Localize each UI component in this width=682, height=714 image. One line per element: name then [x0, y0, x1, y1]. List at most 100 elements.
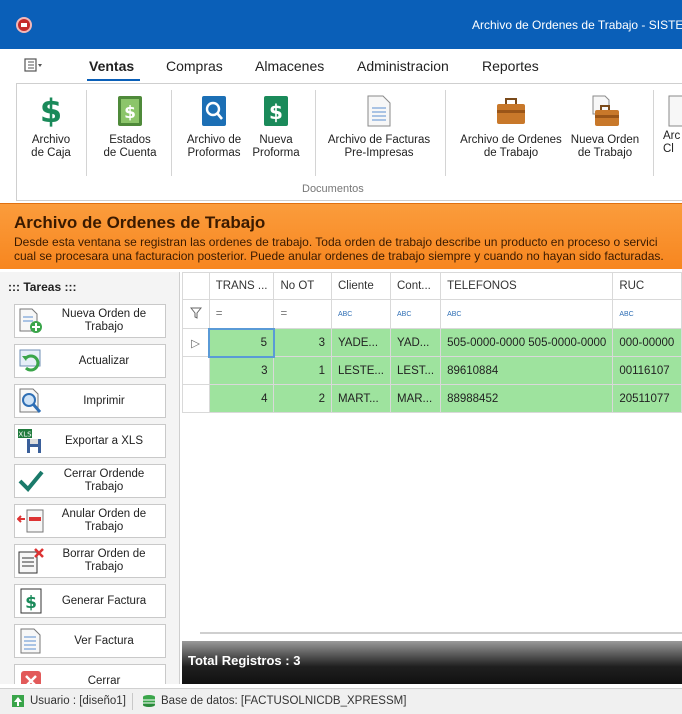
ribbon-separator — [653, 90, 654, 176]
dollar-icon: $ — [39, 91, 63, 130]
svg-text:$: $ — [124, 103, 136, 123]
ribbon-archivo-de-proformas-button[interactable]: Archivo de Proformas — [181, 92, 247, 160]
filter-cell-no-ot[interactable]: = — [273, 299, 332, 329]
ribbon-button-label: Archivo de Caja — [31, 134, 71, 159]
current-row-indicator: ▷ — [182, 328, 210, 357]
svg-text:$: $ — [25, 593, 37, 613]
column-header-no-ot[interactable]: No OT — [273, 272, 332, 300]
tab-compras[interactable]: Compras — [166, 58, 223, 74]
money-book-icon: $ — [113, 92, 147, 130]
app-icon[interactable] — [16, 17, 32, 33]
table-cell[interactable]: LESTE... — [330, 356, 392, 385]
task-label: Imprimir — [83, 394, 125, 407]
filter-cell-telefonos[interactable]: ABC — [440, 299, 614, 329]
nueva-orden-button[interactable]: Nueva Orden de Trabajo — [14, 304, 166, 338]
new-document-icon — [15, 305, 47, 337]
ribbon-nueva-orden-button[interactable]: Nueva Orden de Trabajo — [569, 92, 641, 160]
table-cell[interactable]: 2 — [273, 384, 332, 413]
view-document-icon — [15, 625, 47, 657]
ribbon-archivo-de-ordenes-button[interactable]: Archivo de Ordenes de Trabajo — [457, 92, 565, 160]
table-cell[interactable]: 1 — [273, 356, 332, 385]
table-cell[interactable]: MAR... — [389, 384, 442, 413]
info-banner: Archivo de Ordenes de Trabajo Desde esta… — [0, 203, 682, 269]
anular-orden-button[interactable]: Anular Orden de Trabajo — [14, 504, 166, 538]
active-tab-indicator — [87, 79, 140, 81]
database-icon — [143, 695, 155, 707]
user-icon — [12, 695, 24, 707]
row-indicator — [182, 356, 210, 385]
table-row[interactable]: ▷ 5 3 YADE... YAD... 505-0000-0000 505-0… — [182, 327, 682, 358]
ribbon-nueva-proforma-button[interactable]: $ Nueva Proforma — [245, 92, 307, 160]
table-row[interactable]: 4 2 MART... MAR... 88988452 20511077 — [182, 384, 682, 413]
table-cell[interactable]: 000-00000 — [612, 328, 682, 357]
table-row[interactable]: 3 1 LESTE... LEST... 89610884 00116107 — [182, 356, 682, 385]
quick-access-menu-icon[interactable] — [24, 58, 44, 72]
horizontal-scrollbar[interactable] — [200, 632, 682, 634]
table-cell[interactable]: 3 — [273, 328, 332, 357]
cerrar-button[interactable]: Cerrar — [14, 664, 166, 684]
status-database: Base de datos: [FACTUSOLNICDB_XPRESSM] — [161, 695, 407, 707]
dollar-document-icon: $ — [259, 92, 293, 130]
table-cell[interactable]: LEST... — [389, 356, 442, 385]
ribbon-button-label: Nueva Proforma — [252, 134, 300, 159]
filter-cell-ruc[interactable]: ABC — [612, 299, 682, 329]
tab-reportes[interactable]: Reportes — [482, 58, 539, 74]
borrar-orden-button[interactable]: Borrar Orden de Trabajo — [14, 544, 166, 578]
ribbon-archivo-de-facturas-button[interactable]: Archivo de Facturas Pre-Impresas — [325, 92, 433, 160]
filter-cell-trans[interactable]: = — [208, 299, 275, 329]
refresh-icon — [15, 345, 47, 377]
briefcase-icon — [494, 92, 528, 130]
close-icon — [15, 665, 47, 684]
column-header-cliente[interactable]: Cliente — [330, 272, 392, 300]
total-records: Total Registros : 3 — [188, 653, 301, 668]
task-label: Anular Orden de Trabajo — [61, 508, 147, 533]
table-cell[interactable]: YADE... — [330, 328, 392, 357]
ribbon-button-label: Estados de Cuenta — [103, 134, 157, 159]
cerrar-orden-button[interactable]: Cerrar Ordende Trabajo — [14, 464, 166, 498]
task-label: Borrar Orden de Trabajo — [62, 548, 146, 573]
column-header-contacto[interactable]: Cont... — [389, 272, 442, 300]
table-cell[interactable]: 00116107 — [612, 356, 682, 385]
imprimir-button[interactable]: Imprimir — [14, 384, 166, 418]
column-header-trans[interactable]: TRANS ... — [208, 272, 275, 300]
ribbon-button-label: Archivo de Ordenes de Trabajo — [460, 134, 562, 159]
table-cell[interactable]: MART... — [330, 384, 392, 413]
document-icon — [663, 92, 682, 130]
table-cell[interactable]: 505-0000-0000 505-0000-0000 — [440, 328, 614, 357]
orders-grid: TRANS ... No OT Cliente Cont... TELEFONO… — [182, 272, 682, 641]
generar-factura-button[interactable]: $ Generar Factura — [14, 584, 166, 618]
status-user: Usuario : [diseño1] — [30, 695, 126, 707]
ribbon-archivo-de-caja-button[interactable]: $ Archivo de Caja — [21, 92, 81, 160]
column-header-ruc[interactable]: RUC — [612, 272, 682, 300]
task-label: Actualizar — [78, 354, 130, 367]
cancel-document-icon — [15, 505, 47, 537]
exportar-xls-button[interactable]: XLS Exportar a XLS — [14, 424, 166, 458]
task-label: Cerrar — [87, 674, 121, 685]
checkmark-icon — [15, 465, 47, 497]
filter-icon[interactable] — [182, 299, 210, 329]
table-cell[interactable]: YAD... — [389, 328, 442, 357]
briefcase-new-icon — [588, 92, 622, 130]
tab-almacenes[interactable]: Almacenes — [255, 58, 324, 74]
ver-factura-button[interactable]: Ver Factura — [14, 624, 166, 658]
actualizar-button[interactable]: Actualizar — [14, 344, 166, 378]
ribbon-archivo-clientes-button[interactable]: Arc Cl — [663, 92, 682, 156]
ribbon-separator — [315, 90, 316, 176]
table-cell[interactable]: 3 — [208, 356, 275, 385]
filter-cell-contacto[interactable]: ABC — [389, 299, 442, 329]
tab-ventas[interactable]: Ventas — [89, 58, 134, 74]
ribbon-estados-de-cuenta-button[interactable]: $ Estados de Cuenta — [97, 92, 163, 160]
ribbon-group-label: Documentos — [302, 183, 364, 195]
column-header-telefonos[interactable]: TELEFONOS — [440, 272, 614, 300]
table-cell[interactable]: 4 — [208, 384, 275, 413]
filter-cell-cliente[interactable]: ABC — [330, 299, 392, 329]
table-cell[interactable]: 88988452 — [440, 384, 614, 413]
ribbon-separator — [171, 90, 172, 176]
svg-text:$: $ — [269, 100, 283, 124]
tab-administracion[interactable]: Administracion — [357, 58, 449, 74]
table-cell[interactable]: 5 — [208, 327, 275, 358]
ribbon-button-label: Archivo de Facturas Pre-Impresas — [327, 134, 431, 159]
task-label: Exportar a XLS — [65, 434, 143, 447]
table-cell[interactable]: 20511077 — [612, 384, 682, 413]
table-cell[interactable]: 89610884 — [440, 356, 614, 385]
